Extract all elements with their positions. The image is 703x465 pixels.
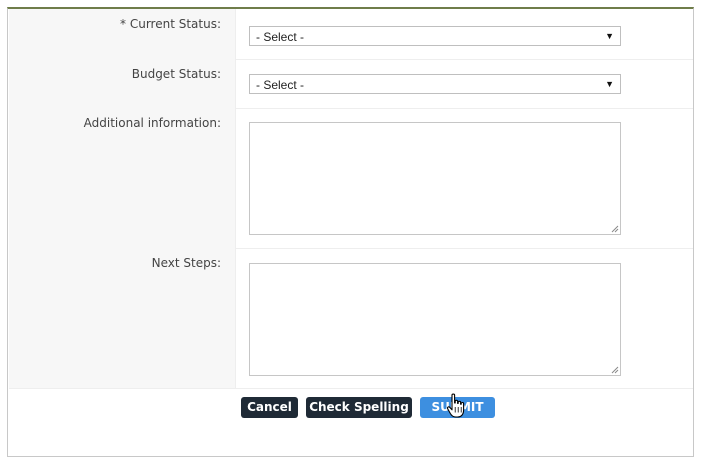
budget-status-select[interactable]: - Select - ▼ (249, 74, 621, 94)
submit-button[interactable]: SUBMIT (420, 397, 495, 418)
additional-information-label: Additional information: (83, 116, 221, 130)
next-steps-label: Next Steps: (151, 256, 221, 270)
current-status-row: * Current Status: - Select - ▼ (9, 9, 693, 60)
additional-information-row: Additional information: (9, 108, 693, 249)
next-steps-textarea[interactable] (249, 263, 621, 376)
current-status-select[interactable]: - Select - ▼ (249, 26, 621, 46)
dropdown-caret-icon: ▼ (605, 31, 614, 41)
cancel-button[interactable]: Cancel (241, 397, 298, 418)
budget-status-row: Budget Status: - Select - ▼ (9, 59, 693, 109)
dropdown-caret-icon: ▼ (605, 79, 614, 89)
check-spelling-button[interactable]: Check Spelling (306, 397, 412, 418)
additional-information-textarea[interactable] (249, 122, 621, 235)
budget-status-value: - Select - (256, 78, 305, 92)
current-status-value: - Select - (256, 30, 305, 44)
budget-status-label: Budget Status: (131, 67, 221, 81)
label-cell: Budget Status: (9, 59, 236, 108)
status-form: * Current Status: - Select - ▼ Budget St… (7, 7, 694, 457)
current-status-label: * Current Status: (120, 17, 221, 31)
label-cell: Additional information: (9, 108, 236, 248)
resize-grip-icon[interactable] (611, 225, 619, 233)
label-cell: Next Steps: (9, 248, 236, 388)
form-actions: Cancel Check Spelling SUBMIT (8, 397, 693, 419)
next-steps-row: Next Steps: (9, 248, 693, 389)
label-cell: * Current Status: (9, 9, 236, 59)
resize-grip-icon[interactable] (611, 366, 619, 374)
